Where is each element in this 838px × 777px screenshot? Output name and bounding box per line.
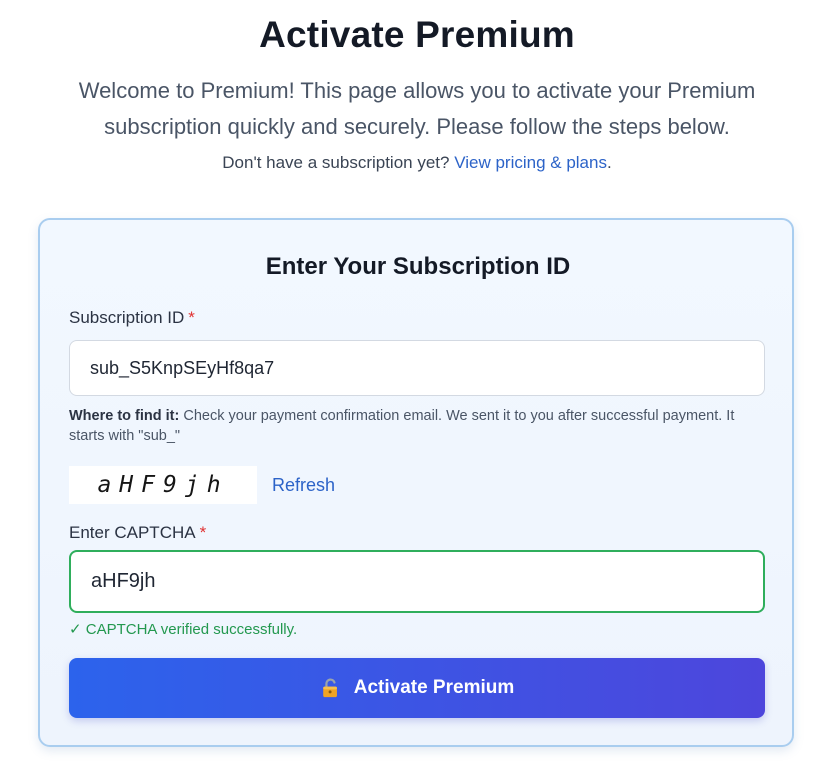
unlocked-lock-icon [322, 678, 337, 698]
subscription-id-label: Subscription ID * [69, 308, 195, 328]
required-mark: * [188, 308, 195, 327]
pricing-prompt-text: Don't have a subscription yet? [222, 153, 455, 172]
captcha-label: Enter CAPTCHA * [69, 523, 206, 543]
captcha-verified-message: ✓ CAPTCHA verified successfully. [69, 621, 298, 638]
captcha-refresh-link[interactable]: Refresh [272, 475, 335, 496]
hint-bold: Where to find it: [69, 408, 180, 424]
pricing-link[interactable]: View pricing & plans [454, 153, 607, 172]
subscription-hint: Where to find it: Check your payment con… [69, 406, 759, 446]
subscription-card: Enter Your Subscription ID Subscription … [38, 218, 794, 747]
pricing-prompt: Don't have a subscription yet? View pric… [0, 153, 834, 173]
activate-premium-page: Activate Premium Welcome to Premium! Thi… [0, 0, 838, 777]
captcha-label-text: Enter CAPTCHA [69, 523, 196, 542]
required-mark: * [199, 523, 207, 542]
captcha-image: aHF9jh [69, 466, 257, 504]
card-title: Enter Your Subscription ID [265, 253, 571, 280]
subscription-id-input[interactable] [69, 340, 765, 396]
activate-premium-label: Activate Premium [353, 677, 515, 698]
captcha-input[interactable] [69, 550, 765, 613]
captcha-image-text: aHF9jh [97, 472, 229, 498]
intro-text: Welcome to Premium! This page allows you… [78, 78, 756, 139]
page-title: Activate Premium [259, 14, 575, 55]
pricing-suffix: . [606, 153, 612, 172]
subscription-id-label-text: Subscription ID [69, 308, 185, 327]
activate-premium-button[interactable]: Activate Premium [69, 658, 765, 718]
